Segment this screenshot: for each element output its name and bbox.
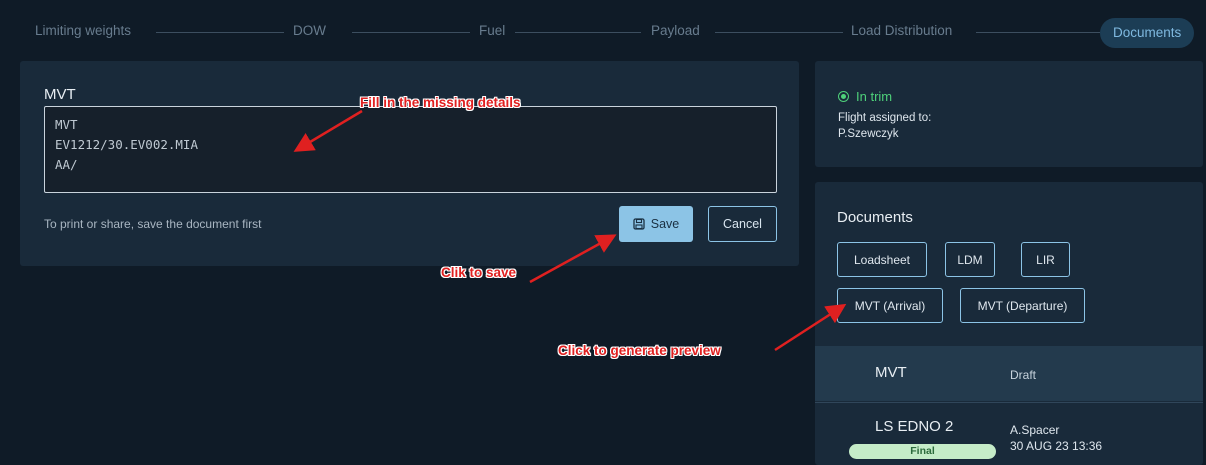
save-hint: To print or share, save the document fir… <box>44 217 262 231</box>
loadsheet-button[interactable]: Loadsheet <box>837 242 927 277</box>
assigned-name: P.Szewczyk <box>838 128 899 140</box>
mvt-textarea[interactable]: MVT EV1212/30.EV002.MIA AA/ <box>44 106 777 193</box>
annotation-fill-details: Fill in the missing details <box>360 95 521 110</box>
step-connector <box>515 32 641 33</box>
floppy-disk-icon <box>633 218 645 230</box>
annotation-save: Clik to save <box>441 265 517 280</box>
document-author: A.Spacer <box>1010 423 1060 437</box>
assigned-label: Flight assigned to: <box>838 112 932 124</box>
step-limiting-weights[interactable]: Limiting weights <box>35 23 131 38</box>
save-button[interactable]: Save <box>619 206 693 242</box>
mvt-editor-panel: MVT MVT EV1212/30.EV002.MIA AA/ To print… <box>20 61 799 266</box>
ldm-button[interactable]: LDM <box>945 242 995 277</box>
step-payload[interactable]: Payload <box>651 23 700 38</box>
step-fuel[interactable]: Fuel <box>479 23 505 38</box>
status-dot-icon <box>838 91 849 102</box>
step-connector <box>976 32 1100 33</box>
mvt-arrival-button[interactable]: MVT (Arrival) <box>837 288 943 323</box>
document-status: Draft <box>1010 368 1037 382</box>
status-badge: Final <box>849 444 996 459</box>
mvt-line: MVT <box>55 117 78 132</box>
mvt-line: EV1212/30.EV002.MIA <box>55 137 198 152</box>
document-name: LS EDNO 2 <box>875 418 954 435</box>
documents-title: Documents <box>837 209 913 226</box>
documents-panel: Documents Loadsheet LDM LIR MVT (Arrival… <box>815 182 1203 465</box>
cancel-button[interactable]: Cancel <box>708 206 777 242</box>
mvt-editor-title: MVT <box>44 86 76 103</box>
mvt-line: AA/ <box>55 157 78 172</box>
trim-status: In trim <box>838 89 892 104</box>
step-load-distribution[interactable]: Load Distribution <box>851 23 952 38</box>
annotation-preview: Click to generate preview <box>558 343 721 358</box>
step-documents[interactable]: Documents <box>1100 18 1195 48</box>
flight-status-panel: In trim Flight assigned to: P.Szewczyk <box>815 61 1203 167</box>
step-connector <box>715 32 843 33</box>
document-date: 30 AUG 23 13:36 <box>1010 439 1103 453</box>
mvt-departure-button[interactable]: MVT (Departure) <box>960 288 1085 323</box>
trim-status-label: In trim <box>856 89 893 104</box>
document-name: MVT <box>875 364 907 381</box>
step-dow[interactable]: DOW <box>293 23 326 38</box>
document-row-mvt[interactable]: MVT Draft <box>815 346 1203 401</box>
step-connector <box>156 32 284 33</box>
lir-button[interactable]: LIR <box>1021 242 1070 277</box>
progress-stepper: Limiting weights DOW Fuel Payload Load D… <box>10 18 1204 48</box>
save-button-label: Save <box>650 217 680 231</box>
step-connector <box>352 32 470 33</box>
document-row[interactable]: LS EDNO 2 Final A.Spacer 30 AUG 23 13:36 <box>815 402 1203 465</box>
